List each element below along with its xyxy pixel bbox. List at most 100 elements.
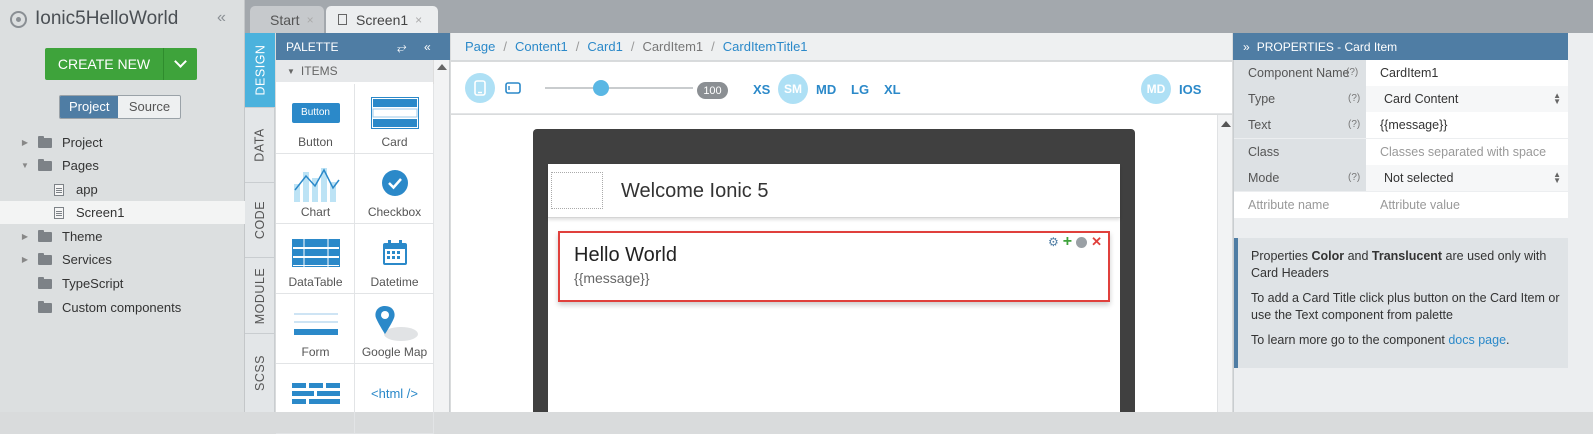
sort-arrows-icon: ▲ ▼ (1553, 91, 1561, 106)
breadcrumb-carditemtitle1[interactable]: CardItemTitle1 (723, 39, 808, 54)
component-name-field[interactable]: CardItem1 (1366, 60, 1568, 86)
file-tab-start[interactable]: Start × (250, 6, 324, 33)
breadcrumb-card1[interactable]: Card1 (587, 39, 622, 54)
folder-icon (38, 135, 52, 148)
breadcrumb-content1[interactable]: Content1 (515, 39, 568, 54)
help-icon[interactable]: (?) (1348, 86, 1360, 112)
breakpoint-sm[interactable]: SM (778, 74, 808, 104)
card-text[interactable]: {{message}} (574, 270, 650, 286)
close-icon[interactable]: × (415, 13, 422, 27)
help-icon[interactable]: (?) (1348, 112, 1360, 138)
tree-item-typescript[interactable]: TypeScript (0, 272, 245, 295)
expand-icon[interactable]: ▶ (20, 255, 30, 264)
toolbar-buttons-placeholder[interactable] (551, 172, 603, 209)
palette-item-grid[interactable] (276, 364, 355, 434)
info-docs: To learn more go to the component docs p… (1251, 333, 1510, 347)
mode-select[interactable]: Not selected ▲ ▼ (1366, 165, 1568, 191)
vtab-code[interactable]: CODE (245, 183, 275, 258)
collapse-triangle-icon: ▼ (287, 66, 295, 76)
create-new-dropdown[interactable] (163, 48, 197, 80)
tree-item-custom-components[interactable]: Custom components (0, 296, 245, 319)
tree-item-screen1[interactable]: Screen1 (0, 201, 245, 224)
scroll-up-icon[interactable] (1221, 121, 1231, 127)
breadcrumb: Page / Content1 / Card1 / CardItem1 / CardIt… (451, 33, 1232, 61)
breakpoint-lg[interactable]: LG (851, 82, 869, 97)
palette-item-card[interactable]: Card (355, 84, 434, 154)
more-icon[interactable] (1076, 236, 1088, 248)
type-select[interactable]: Card Content ▲ ▼ (1366, 86, 1568, 112)
breadcrumb-page[interactable]: Page (465, 39, 495, 54)
tab-source[interactable]: Source (118, 96, 181, 118)
text-field[interactable]: {{message}} (1366, 112, 1568, 138)
folder-icon (38, 300, 52, 313)
file-tab-label: Screen1 (356, 11, 409, 28)
collapse-icon[interactable]: ▼ (20, 161, 30, 170)
create-new-button[interactable]: CREATE NEW (45, 48, 197, 80)
class-field[interactable]: Classes separated with space (1366, 139, 1568, 165)
tree-item-services[interactable]: ▶ Services (0, 248, 245, 271)
prop-text: Text (?) {{message}} (1234, 112, 1568, 138)
expand-arrows-icon[interactable]: ⥂ (397, 40, 407, 54)
form-widget-icon (291, 304, 340, 342)
palette-scrollbar[interactable] (433, 60, 449, 412)
phone-view-button[interactable] (465, 73, 495, 103)
palette-item-checkbox[interactable]: Checkbox (355, 154, 434, 224)
info-color-translucent: Properties Color and Translucent are use… (1251, 249, 1547, 280)
mode-ios-button[interactable]: IOS (1179, 82, 1201, 97)
help-icon[interactable]: (?) (1346, 60, 1358, 86)
checkbox-widget-icon (370, 164, 419, 202)
card-item-tools: ⚙ + ✕ (1048, 234, 1102, 250)
palette-item-button[interactable]: Button Button (276, 84, 355, 154)
zoom-slider[interactable] (545, 87, 693, 89)
card-title[interactable]: Hello World (574, 244, 677, 267)
prop-type: Type (?) Card Content ▲ ▼ (1234, 86, 1568, 112)
palette-item-google-map[interactable]: Google Map (355, 294, 434, 364)
palette-item-label: Button (298, 135, 333, 149)
docs-page-link[interactable]: docs page (1448, 333, 1506, 347)
vtab-design[interactable]: DESIGN (245, 33, 275, 108)
vtab-data[interactable]: DATA (245, 108, 275, 183)
double-chevron-left-icon[interactable]: « (217, 9, 226, 27)
tree-item-pages[interactable]: ▼ Pages (0, 154, 245, 177)
breakpoint-md[interactable]: MD (816, 82, 836, 97)
palette-item-datatable[interactable]: DataTable (276, 224, 355, 294)
calendar-icon (370, 234, 419, 272)
tree-item-project[interactable]: ▶ Project (0, 131, 245, 154)
canvas-scrollbar[interactable] (1217, 115, 1232, 412)
tree-item-theme[interactable]: ▶ Theme (0, 225, 245, 248)
breakpoint-xl[interactable]: XL (884, 82, 901, 97)
vtab-module[interactable]: MODULE (245, 258, 275, 334)
tree-item-label: Custom components (62, 300, 182, 315)
expand-icon[interactable]: ▶ (20, 138, 30, 147)
double-chevron-left-icon[interactable]: « (424, 40, 431, 54)
gear-icon[interactable]: ⚙ (1048, 235, 1059, 249)
double-chevron-right-icon[interactable]: » (1243, 40, 1250, 54)
tree-item-app[interactable]: app (0, 178, 245, 201)
scroll-up-icon[interactable] (437, 64, 447, 70)
palette-item-chart[interactable]: Chart (276, 154, 355, 224)
breakpoint-xs[interactable]: XS (753, 82, 770, 97)
palette-header-controls: ⥂ « (397, 40, 431, 55)
tablet-rotate-button[interactable] (505, 82, 521, 97)
palette-item-form[interactable]: Form (276, 294, 355, 364)
breadcrumb-separator: / (711, 39, 715, 54)
palette-item-html[interactable]: <html /> (355, 364, 434, 434)
breadcrumb-carditem1[interactable]: CardItem1 (642, 39, 703, 54)
palette-section-items[interactable]: ▼ ITEMS (276, 60, 433, 82)
file-tab-screen1[interactable]: Screen1 × (326, 6, 438, 33)
add-icon[interactable]: + (1063, 234, 1072, 250)
grid-widget-icon (291, 374, 340, 412)
mode-md-button[interactable]: MD (1141, 74, 1171, 104)
close-icon[interactable]: × (307, 13, 314, 27)
close-icon[interactable]: ✕ (1091, 234, 1102, 250)
tab-project[interactable]: Project (60, 96, 119, 118)
vtab-label: CODE (253, 200, 267, 240)
palette-item-datetime[interactable]: Datetime (355, 224, 434, 294)
expand-icon[interactable]: ▶ (20, 232, 30, 241)
preview-title[interactable]: Welcome Ionic 5 (621, 180, 768, 203)
vtab-scss[interactable]: SCSS (245, 334, 275, 412)
folder-icon (38, 158, 52, 171)
attribute-name-field[interactable]: Attribute name (1234, 192, 1366, 218)
attribute-value-field[interactable]: Attribute value (1366, 192, 1568, 218)
help-icon[interactable]: (?) (1348, 165, 1360, 191)
